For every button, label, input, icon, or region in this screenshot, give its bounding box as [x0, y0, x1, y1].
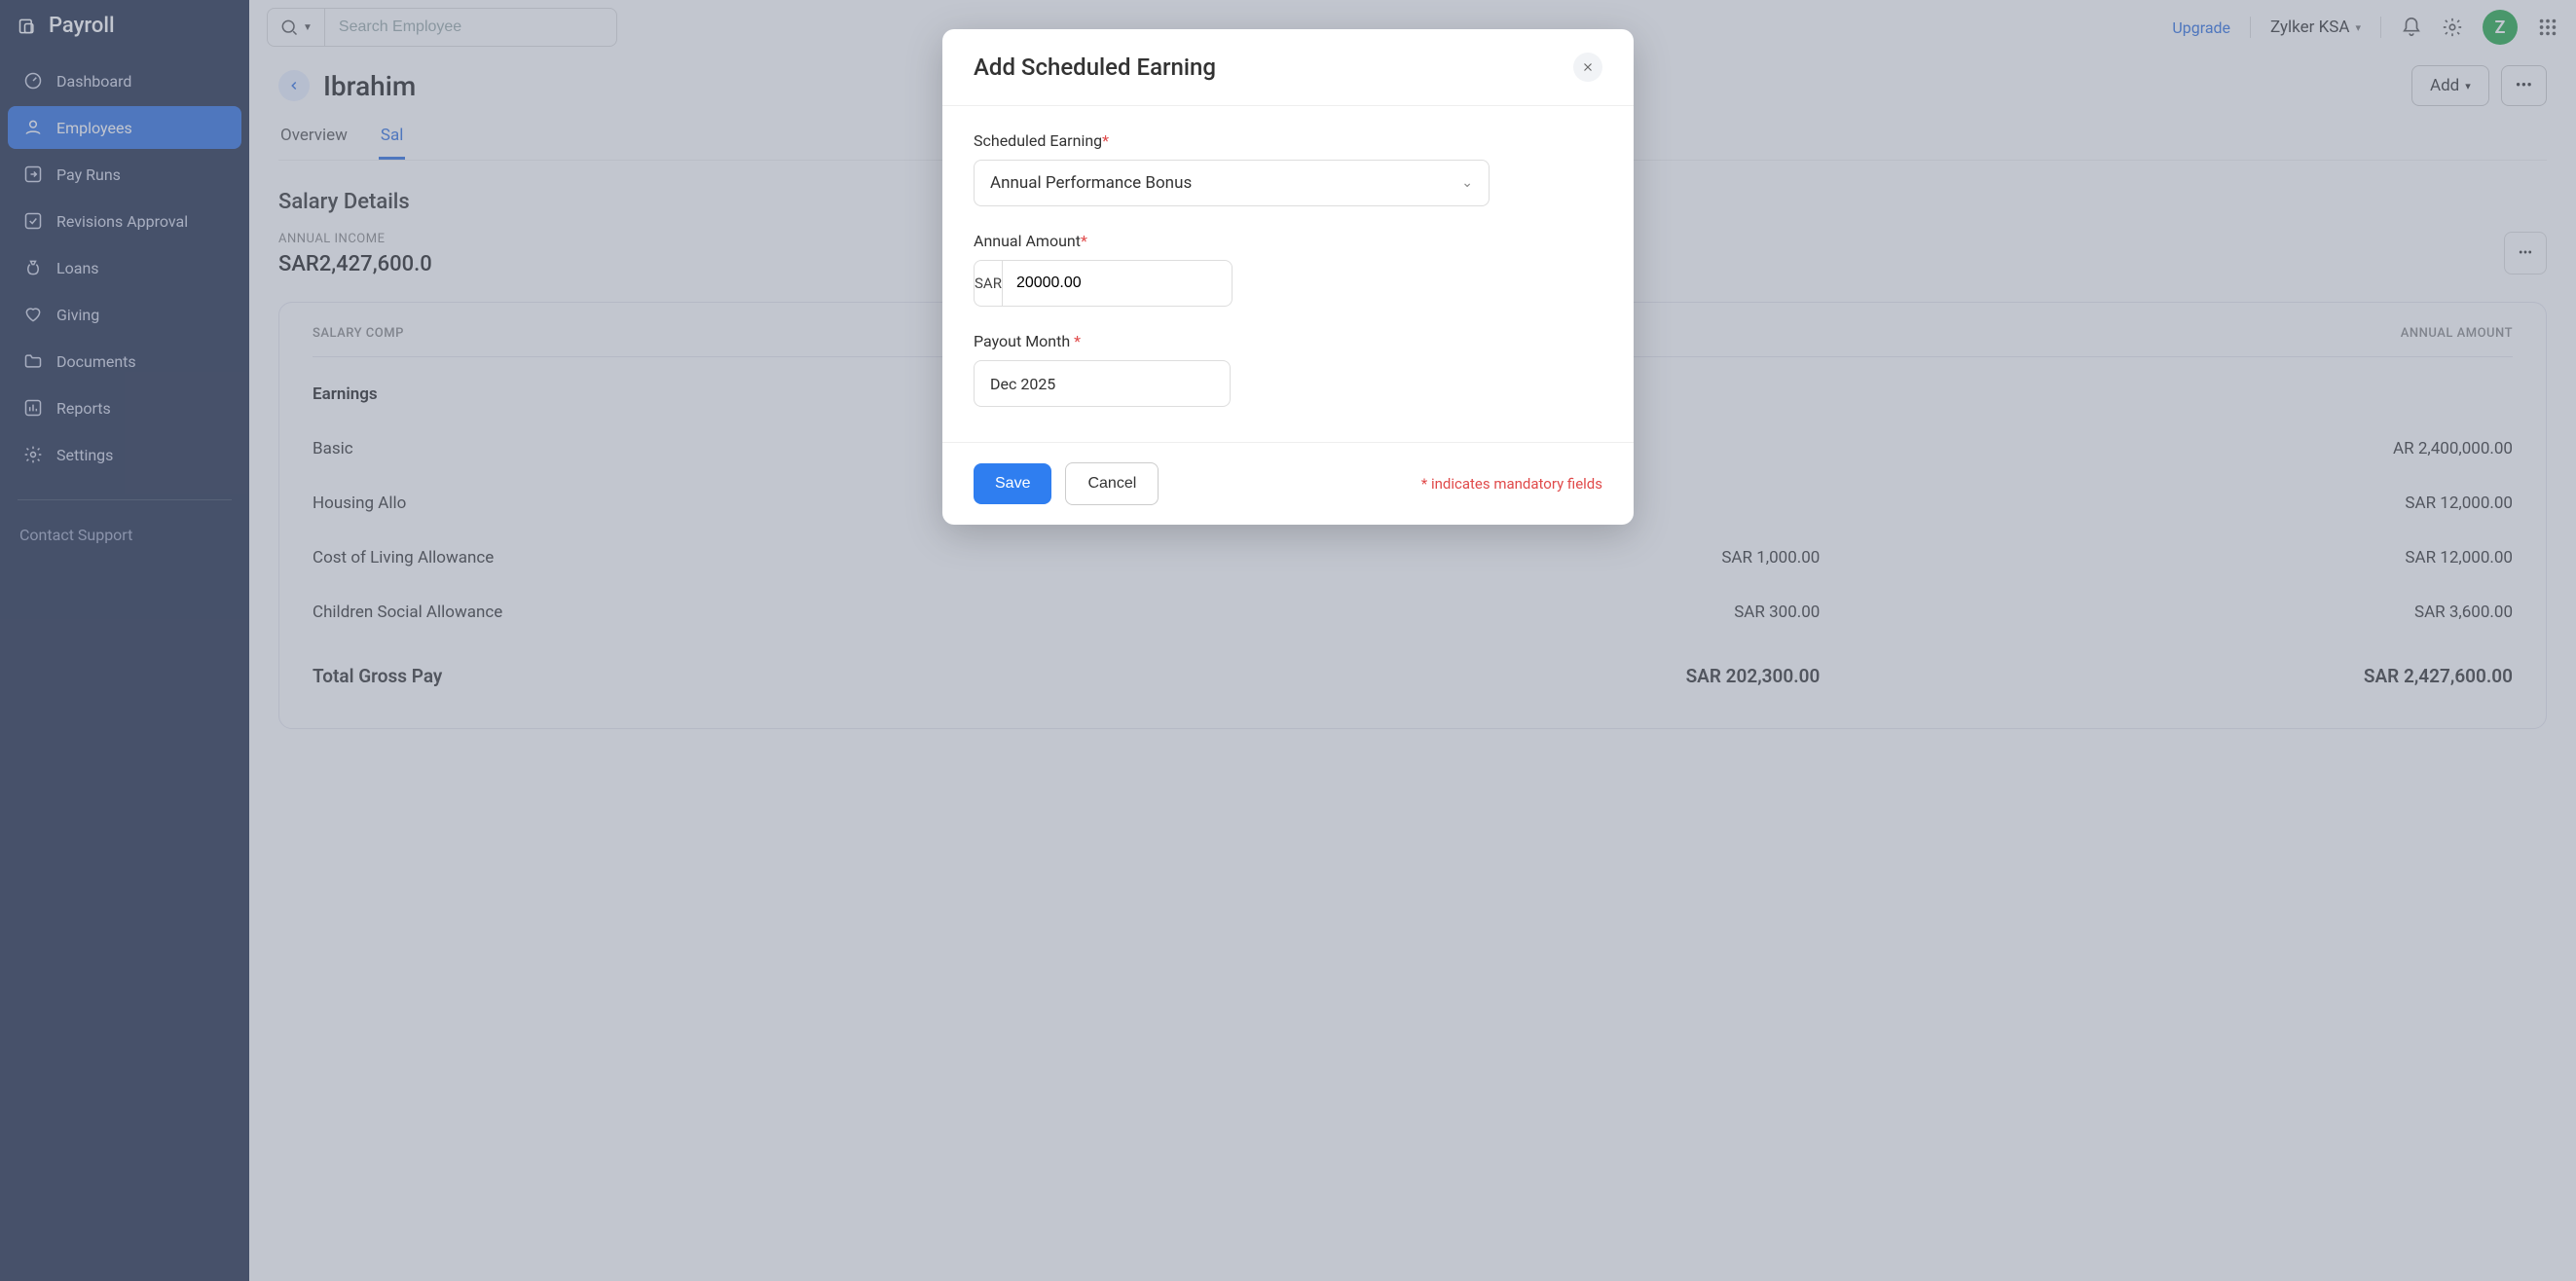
- chevron-down-icon: ⌄: [1461, 175, 1473, 191]
- select-value: Annual Performance Bonus: [990, 173, 1192, 193]
- annual-amount-input-group: SAR: [974, 260, 1231, 307]
- field-label: Annual Amount*: [974, 232, 1602, 250]
- modal-overlay[interactable]: Add Scheduled Earning Scheduled Earning*…: [0, 0, 2576, 1281]
- month-value: Dec 2025: [990, 375, 1055, 393]
- field-payout-month: Payout Month * Dec 2025: [974, 332, 1602, 407]
- scheduled-earning-select[interactable]: Annual Performance Bonus ⌄: [974, 160, 1490, 206]
- payout-month-picker[interactable]: Dec 2025: [974, 360, 1231, 407]
- add-scheduled-earning-modal: Add Scheduled Earning Scheduled Earning*…: [942, 29, 1634, 525]
- modal-foot: Save Cancel * indicates mandatory fields: [942, 442, 1634, 525]
- field-label: Scheduled Earning*: [974, 131, 1602, 150]
- field-scheduled-earning: Scheduled Earning* Annual Performance Bo…: [974, 131, 1602, 206]
- field-label: Payout Month *: [974, 332, 1602, 350]
- modal-head: Add Scheduled Earning: [942, 29, 1634, 106]
- mandatory-note: * indicates mandatory fields: [1421, 475, 1602, 493]
- close-button[interactable]: [1573, 53, 1602, 82]
- field-annual-amount: Annual Amount* SAR: [974, 232, 1602, 307]
- save-button[interactable]: Save: [974, 463, 1051, 504]
- modal-title: Add Scheduled Earning: [974, 54, 1216, 81]
- cancel-button[interactable]: Cancel: [1065, 462, 1159, 505]
- modal-body: Scheduled Earning* Annual Performance Bo…: [942, 106, 1634, 442]
- currency-prefix: SAR: [974, 260, 1002, 307]
- annual-amount-input[interactable]: [1002, 260, 1233, 307]
